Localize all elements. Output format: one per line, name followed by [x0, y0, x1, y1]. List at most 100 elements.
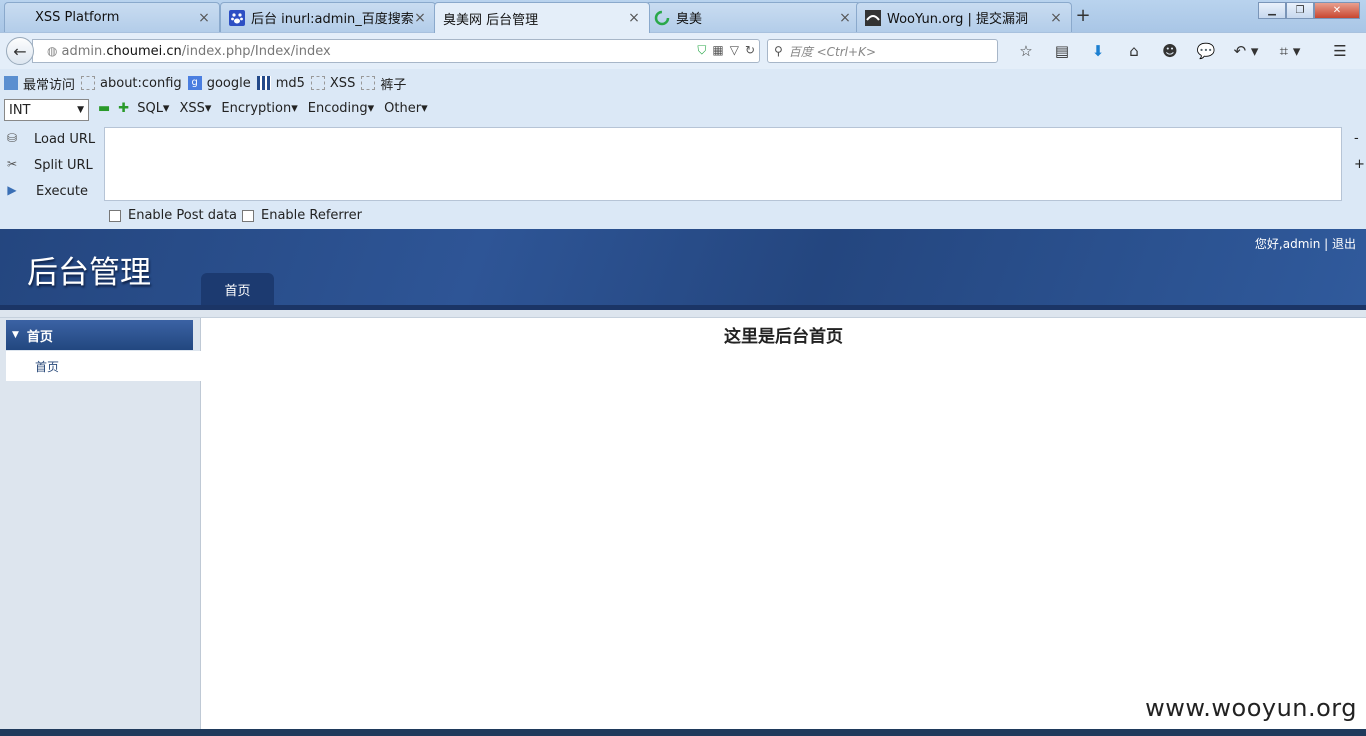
tab-label: WooYun.org | 提交漏洞 — [887, 12, 1029, 27]
reload-icon[interactable]: ↻ — [745, 43, 755, 58]
window-close-button[interactable]: ✕ — [1314, 2, 1360, 19]
crop-icon[interactable]: ⌗ ▾ — [1268, 39, 1312, 63]
home-icon[interactable]: ⌂ — [1116, 39, 1152, 63]
menu-encryption[interactable]: Encryption▾ — [221, 101, 297, 116]
back-arrow-icon: ← — [13, 41, 27, 61]
load-url-icon: ⛁ — [6, 131, 18, 145]
bookmarks-toolbar: 最常访问 about:config g google md5 XSS 裤子 — [0, 69, 1366, 97]
menu-xss[interactable]: XSS▾ — [179, 101, 211, 116]
bookmark-star-icon[interactable]: ☆ — [1008, 39, 1044, 63]
decrease-icon[interactable]: ▬ — [98, 101, 110, 116]
search-input[interactable]: ⚲ 百度 <Ctrl+K> — [767, 39, 998, 63]
admin-header: 后台管理 您好,admin | 退出 首页 — [0, 229, 1366, 310]
close-icon[interactable]: × — [197, 10, 211, 26]
type-select-value: INT — [9, 102, 31, 118]
menu-sql[interactable]: SQL▾ — [137, 101, 169, 116]
tab-label: 后台 inurl:admin_百度搜索 — [251, 12, 413, 27]
tab-label: XSS Platform — [35, 10, 120, 25]
bookmark-label: 最常访问 — [23, 77, 76, 93]
shrink-button[interactable]: - — [1354, 131, 1359, 146]
bookmark-md5[interactable]: md5 — [256, 76, 305, 91]
close-icon[interactable]: × — [627, 10, 641, 26]
bookmark-xss[interactable]: XSS — [310, 75, 356, 91]
site-title: 后台管理 — [27, 255, 151, 291]
menu-encoding[interactable]: Encoding▾ — [308, 101, 374, 116]
split-url-label: Split URL — [34, 157, 93, 173]
bookmark-label: XSS — [329, 75, 356, 91]
window-controls: ▁ ❐ ✕ — [1258, 2, 1360, 19]
blank-page-icon — [310, 76, 325, 90]
globe-icon: ◍ — [47, 44, 58, 58]
bookmark-google[interactable]: g google — [187, 76, 251, 91]
chat-bubble-icon[interactable]: 💬 — [1188, 39, 1224, 63]
expand-button[interactable]: + — [1354, 157, 1365, 172]
smiley-icon[interactable]: ☻ — [1152, 39, 1188, 63]
back-button[interactable]: ← — [6, 37, 34, 65]
close-icon[interactable]: × — [413, 10, 427, 26]
type-select[interactable]: INT ▼ — [4, 99, 89, 121]
url-bar[interactable]: ◍ admin. choumei.cn/index.php/Index/index… — [32, 39, 760, 63]
bookmark-label: 裤子 — [380, 77, 407, 93]
header-divider — [0, 310, 1366, 318]
enable-post-checkbox[interactable]: Enable Post data — [109, 208, 237, 223]
tab-baidu-search[interactable]: 后台 inurl:admin_百度搜索 × — [220, 2, 436, 32]
split-url-button[interactable]: ✂ Split URL — [4, 157, 93, 173]
execute-label: Execute — [36, 183, 88, 199]
bookmark-kuzi[interactable]: 裤子 — [361, 74, 406, 93]
chevron-down-icon: ▼ — [77, 105, 84, 115]
tab-label: 臭美 — [676, 12, 703, 27]
checkbox-box[interactable] — [109, 209, 121, 222]
dropdown-icon[interactable]: ▽ — [730, 43, 739, 58]
bookmark-most-visited[interactable]: 最常访问 — [4, 74, 75, 93]
blank-page-icon — [361, 76, 376, 90]
minimize-button[interactable]: ▁ — [1258, 2, 1286, 19]
page-heading: 这里是后台首页 — [724, 327, 843, 347]
url-bar-icons: ⛉ ▦ ▽ ↻ — [697, 43, 755, 58]
sidebar-section-header[interactable]: ▼ 首页 — [6, 320, 193, 350]
menu-icon[interactable]: ☰ — [1322, 39, 1358, 63]
enable-referrer-label: Enable Referrer — [261, 208, 362, 223]
most-visited-icon — [4, 76, 18, 90]
nav-tab-home[interactable]: 首页 — [201, 273, 274, 305]
execute-button[interactable]: ▶ Execute — [4, 183, 88, 199]
triangle-down-icon: ▼ — [12, 330, 19, 340]
sidebar: ▼ 首页 首页 — [0, 318, 201, 736]
url-textarea[interactable] — [104, 127, 1342, 201]
url-path: /index.php/Index/index — [181, 43, 331, 59]
search-placeholder: 百度 <Ctrl+K> — [788, 44, 876, 59]
toolbar-icons: ☆ ▤ ⬇ ⌂ ☻ 💬 ↶ ▾ ⌗ ▾ ☰ — [1008, 39, 1358, 63]
qr-code-icon[interactable]: ▦ — [712, 43, 723, 58]
tab-label: 臭美网 后台管理 — [443, 12, 539, 28]
browser-tab-strip: XSS Platform × 后台 inurl:admin_百度搜索 × 臭美网… — [0, 0, 1366, 33]
url-host: choumei.cn — [106, 43, 182, 59]
undo-icon[interactable]: ↶ ▾ — [1224, 39, 1268, 63]
new-tab-button[interactable]: + — [1072, 6, 1094, 28]
close-icon[interactable]: × — [1049, 10, 1063, 26]
load-url-label: Load URL — [34, 131, 96, 147]
tab-choumei[interactable]: 臭美 × — [645, 2, 861, 32]
menu-other[interactable]: Other▾ — [384, 101, 427, 116]
user-info[interactable]: 您好,admin | 退出 — [1255, 235, 1356, 252]
load-url-button[interactable]: ⛁ Load URL — [4, 131, 95, 147]
loading-spinner-icon — [654, 10, 670, 26]
tab-xss-platform[interactable]: XSS Platform × — [4, 2, 220, 32]
scissors-icon: ✂ — [6, 157, 18, 171]
search-icon: ⚲ — [774, 44, 783, 58]
hackbar-menu: ▬ ✚ SQL▾ XSS▾ Encryption▾ Encoding▾ Othe… — [98, 101, 438, 116]
restore-button[interactable]: ❐ — [1286, 2, 1314, 19]
reading-list-icon[interactable]: ▤ — [1044, 39, 1080, 63]
download-icon[interactable]: ⬇ — [1080, 39, 1116, 63]
checkbox-box[interactable] — [242, 209, 254, 222]
close-icon[interactable]: × — [838, 10, 852, 26]
tab-wooyun[interactable]: WooYun.org | 提交漏洞 × — [856, 2, 1072, 32]
enable-referrer-checkbox[interactable]: Enable Referrer — [242, 208, 362, 223]
bookmark-about-config[interactable]: about:config — [81, 76, 182, 91]
increase-icon[interactable]: ✚ — [118, 101, 129, 116]
sidebar-item-home[interactable]: 首页 — [6, 351, 201, 381]
main-content: 这里是后台首页 www.wooyun.org — [201, 318, 1366, 736]
grid-icon — [256, 76, 271, 90]
google-icon: g — [187, 76, 202, 90]
shield-icon[interactable]: ⛉ — [697, 43, 706, 58]
play-icon: ▶ — [7, 183, 17, 197]
tab-choumei-admin[interactable]: 臭美网 后台管理 × — [434, 2, 650, 33]
